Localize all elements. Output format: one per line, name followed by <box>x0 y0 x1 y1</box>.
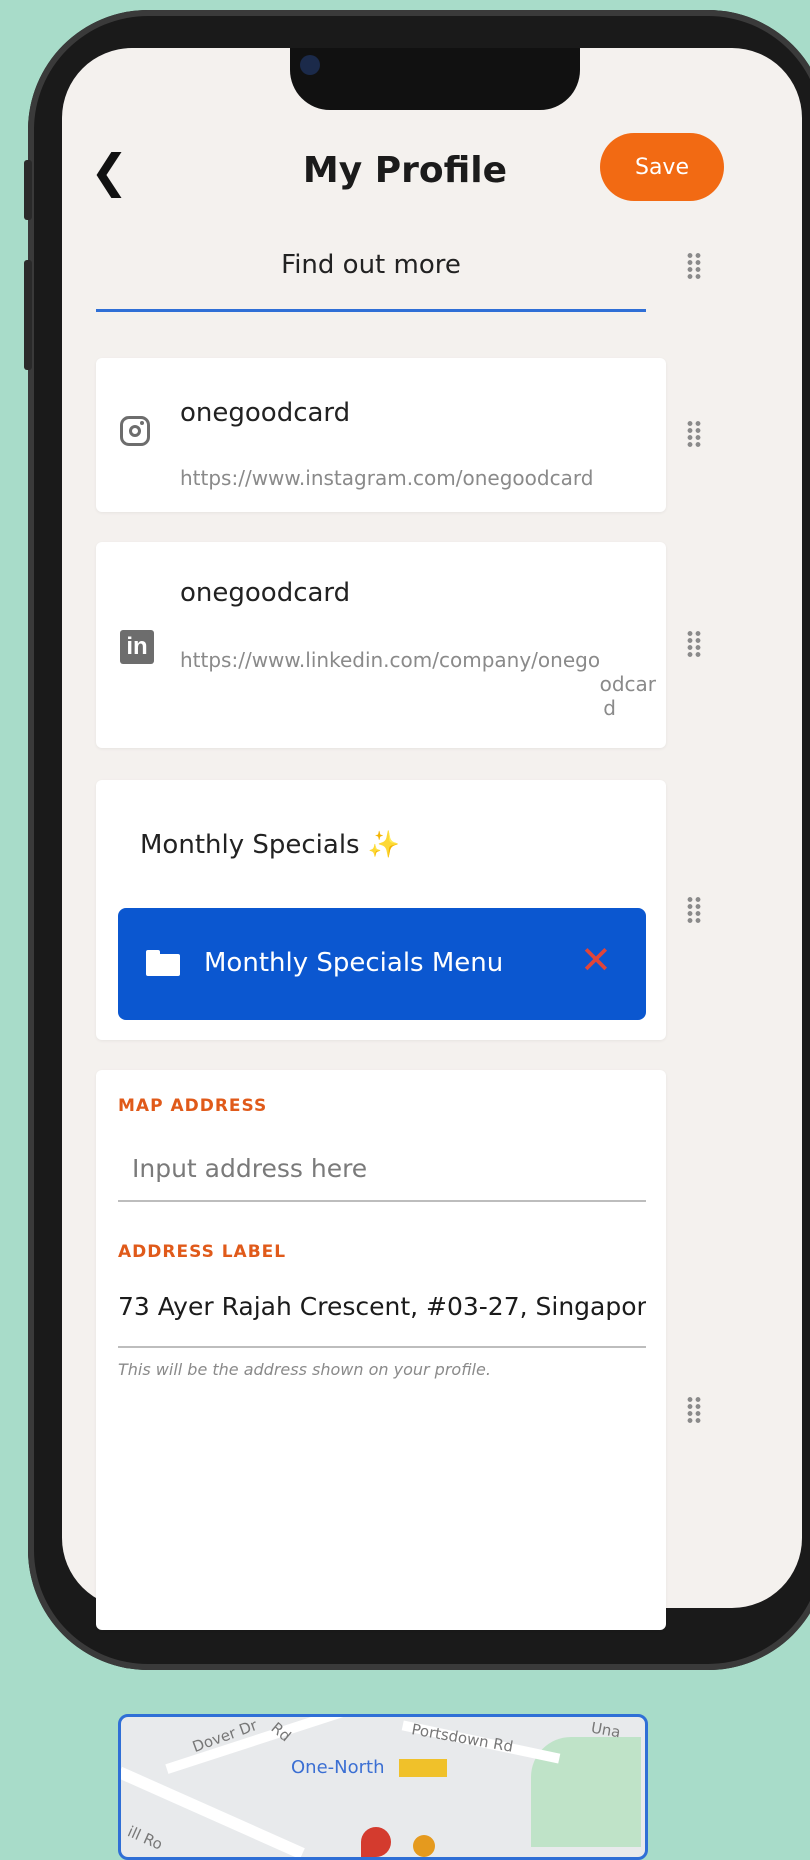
drag-handle-icon[interactable] <box>686 630 702 658</box>
address-card: MAP ADDRESS Input address here ADDRESS L… <box>96 1070 666 1860</box>
map-address-label: MAP ADDRESS <box>118 1096 268 1116</box>
field-underline <box>118 1346 646 1348</box>
link-url-line: odcar <box>599 672 656 696</box>
map-poi-badge <box>399 1759 447 1777</box>
link-url: https://www.instagram.com/onegoodcard <box>180 466 594 490</box>
linkedin-icon: in <box>120 630 154 664</box>
camera <box>300 55 320 75</box>
section-tab[interactable]: Find out more <box>96 240 646 312</box>
address-label-input[interactable]: 73 Ayer Rajah Crescent, #03-27, Singapor <box>118 1292 646 1321</box>
drag-handle-icon[interactable] <box>686 896 702 924</box>
specials-card: Monthly Specials ✨ Monthly Specials Menu… <box>96 780 666 1040</box>
map-marker-icon <box>413 1835 435 1857</box>
map-pin-icon <box>361 1827 391 1857</box>
file-label: Monthly Specials Menu <box>204 948 504 978</box>
notch <box>290 48 580 110</box>
linkedin-link-card[interactable]: in onegoodcard https://www.linkedin.com/… <box>96 542 666 748</box>
instagram-link-card[interactable]: onegoodcard https://www.instagram.com/on… <box>96 358 666 512</box>
instagram-icon <box>120 416 150 446</box>
link-name: onegoodcard <box>180 398 351 428</box>
map-preview[interactable]: Dover Dr Rd Portsdown Rd Una ill Ro One-… <box>118 1714 648 1860</box>
specials-title: Monthly Specials ✨ <box>140 830 401 860</box>
map-street-label: Portsdown Rd <box>410 1720 515 1756</box>
drag-handle-icon[interactable] <box>686 1396 702 1424</box>
save-button[interactable]: Save <box>600 133 724 201</box>
link-url-line: https://www.linkedin.com/company/onego <box>180 648 601 672</box>
section-tab-label: Find out more <box>281 250 461 280</box>
address-label-label: ADDRESS LABEL <box>118 1242 287 1262</box>
field-underline <box>118 1200 646 1202</box>
drag-handle-icon[interactable] <box>686 420 702 448</box>
map-poi-label: One-North <box>291 1757 385 1778</box>
link-name: onegoodcard <box>180 578 351 608</box>
section-tab-underline <box>96 309 646 312</box>
link-url: https://www.linkedin.com/company/onego o… <box>180 648 656 720</box>
remove-file-icon[interactable]: ✕ <box>580 938 612 982</box>
drag-handle-icon[interactable] <box>686 252 702 280</box>
file-attachment-button[interactable]: Monthly Specials Menu ✕ <box>118 908 646 1020</box>
map-street-label: ill Ro <box>124 1822 166 1854</box>
folder-icon <box>146 950 180 976</box>
helper-text: This will be the address shown on your p… <box>118 1360 491 1379</box>
side-button <box>24 260 32 370</box>
link-url-line: d <box>603 696 616 720</box>
map-address-input[interactable]: Input address here <box>132 1154 367 1183</box>
